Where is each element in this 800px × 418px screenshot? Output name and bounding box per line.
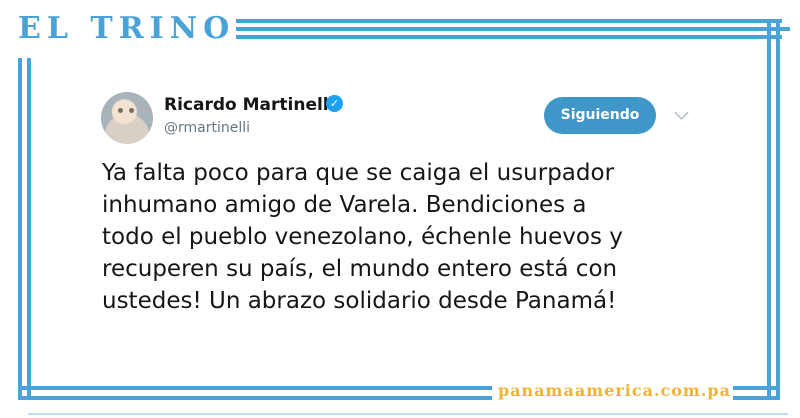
tweet-text-line: ustedes! Un abrazo solidario desde Panam… — [102, 288, 617, 314]
bottom-divider — [28, 413, 788, 415]
frame-bottom-line — [733, 396, 780, 400]
frame-bottom-line — [18, 386, 492, 390]
tweet-text-line: recuperen su país, el mundo entero está … — [102, 256, 618, 282]
frame-bottom-line — [733, 386, 780, 390]
frame-bottom-line — [18, 396, 492, 400]
frame-left-line — [18, 58, 22, 400]
frame-top-line — [236, 19, 782, 23]
frame-right-line — [767, 23, 771, 400]
avatar-detail — [129, 108, 134, 113]
author-name[interactable]: Ricardo Martinelli — [164, 94, 334, 116]
author-handle[interactable]: @rmartinelli — [164, 119, 250, 137]
site-url[interactable]: panamaamerica.com.pa — [498, 376, 730, 406]
tweet-text-line: todo el pueblo venezolano, échenle huevo… — [102, 224, 623, 250]
chevron-down-icon[interactable] — [674, 105, 689, 120]
brand-title: EL TRINO — [18, 11, 236, 46]
frame-left-line — [27, 58, 31, 400]
verified-icon: ✓ — [326, 95, 343, 112]
avatar-detail — [118, 108, 123, 113]
frame-top-line — [236, 27, 790, 31]
tweet-text: Ya falta poco para que se caiga el usurp… — [102, 157, 702, 317]
frame-right-line — [776, 23, 780, 400]
tweet-text-line: inhumano amigo de Varela. Bendiciones a — [102, 192, 587, 218]
frame-top-line — [236, 35, 782, 39]
avatar[interactable] — [101, 92, 153, 144]
following-button[interactable]: Siguiendo — [544, 97, 656, 134]
tweet-text-line: Ya falta poco para que se caiga el usurp… — [102, 160, 615, 186]
